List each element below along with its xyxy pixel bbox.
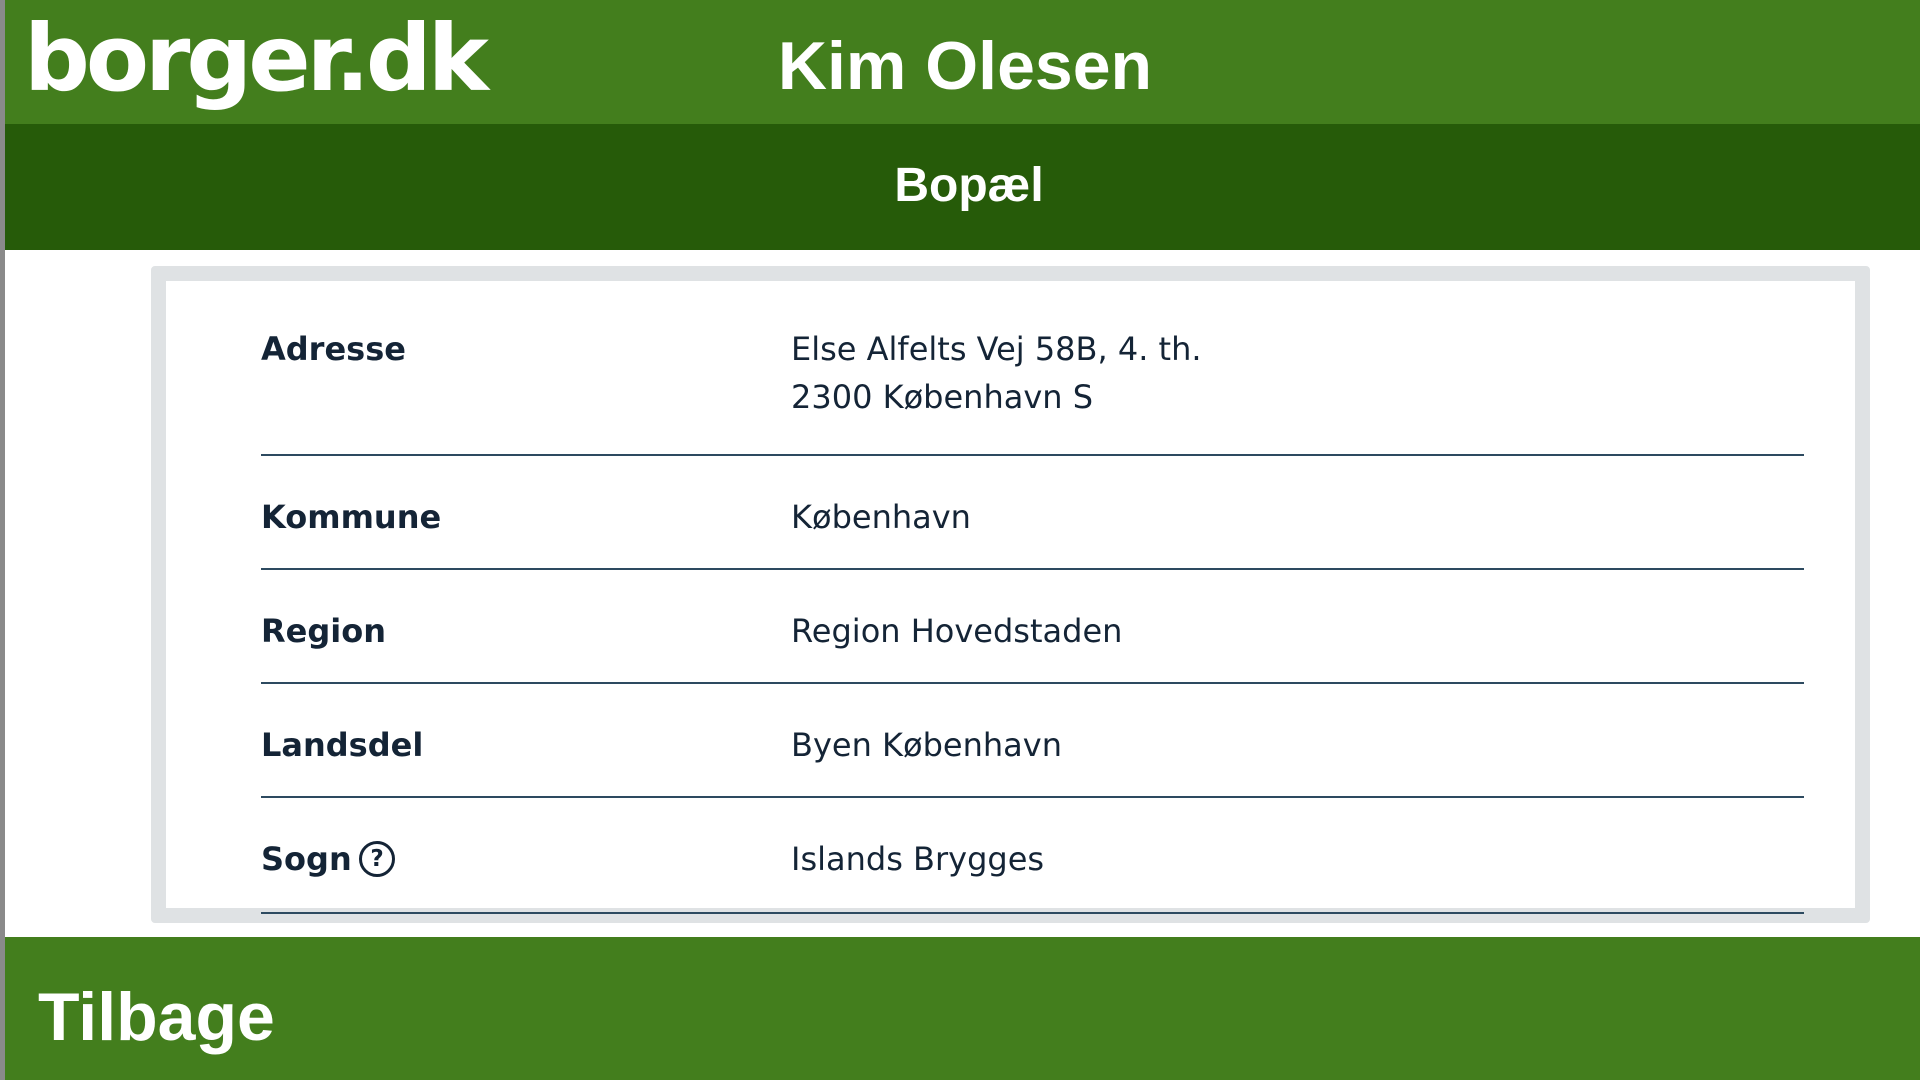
address-label: Adresse bbox=[261, 330, 406, 368]
address-line-1: Else Alfelts Vej 58B, 4. th. bbox=[791, 330, 1202, 368]
region-value: Region Hovedstaden bbox=[791, 612, 1123, 650]
residence-details-card: Adresse Else Alfelts Vej 58B, 4. th. 230… bbox=[151, 266, 1870, 923]
parish-label-text: Sogn bbox=[261, 840, 352, 878]
municipality-label: Kommune bbox=[261, 498, 442, 536]
bottom-bar: Tilbage bbox=[0, 937, 1920, 1080]
district-value: Byen København bbox=[791, 726, 1062, 764]
municipality-value: København bbox=[791, 498, 971, 536]
section-title: Bopæl bbox=[894, 159, 1044, 212]
region-label: Region bbox=[261, 612, 386, 650]
address-line-2: 2300 København S bbox=[791, 378, 1094, 416]
district-label: Landsdel bbox=[261, 726, 424, 764]
municipality-row: Kommune København bbox=[261, 456, 1804, 570]
region-row: Region Region Hovedstaden bbox=[261, 570, 1804, 684]
help-icon[interactable]: ? bbox=[359, 841, 395, 877]
back-button[interactable]: Tilbage bbox=[38, 977, 275, 1057]
user-name: Kim Olesen bbox=[777, 28, 1153, 104]
district-row: Landsdel Byen København bbox=[261, 684, 1804, 798]
window-edge bbox=[0, 0, 5, 1080]
parish-value: Islands Brygges bbox=[791, 840, 1045, 878]
parish-label: Sogn ? bbox=[261, 835, 395, 883]
address-row: Adresse Else Alfelts Vej 58B, 4. th. 230… bbox=[261, 325, 1804, 456]
top-bar: borger.dk Kim Olesen bbox=[0, 0, 1920, 124]
parish-row: Sogn ? Islands Brygges bbox=[261, 798, 1804, 914]
section-header: Bopæl bbox=[0, 124, 1920, 250]
address-value: Else Alfelts Vej 58B, 4. th. 2300 Københ… bbox=[791, 325, 1202, 421]
page: borger.dk Kim Olesen Bopæl Adresse Else … bbox=[0, 0, 1920, 1080]
